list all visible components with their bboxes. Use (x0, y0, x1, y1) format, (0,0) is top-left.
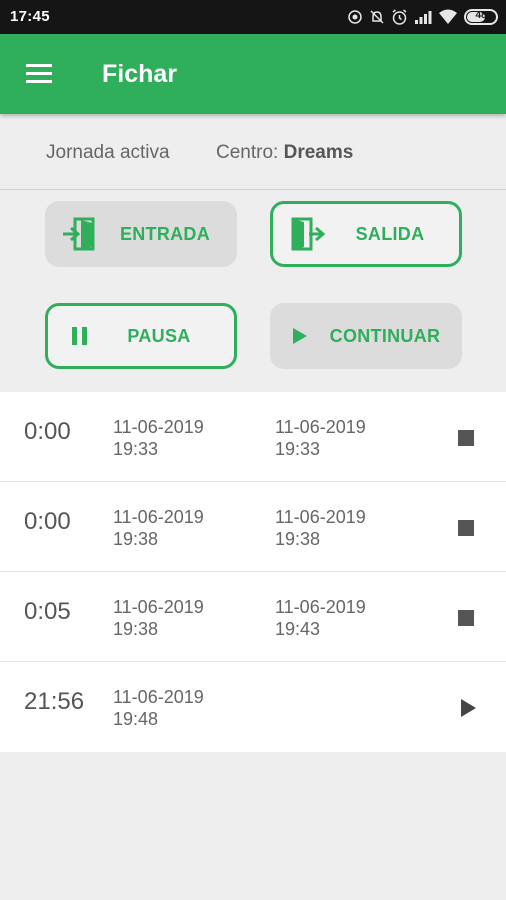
pausa-button[interactable]: PAUSA (45, 303, 237, 369)
entry-start: 11-06-2019 19:48 (113, 686, 204, 730)
centro-info: Centro: Dreams (216, 142, 353, 164)
continuar-label: CONTINUAR (329, 325, 441, 346)
entry-start-date: 11-06-2019 (113, 417, 204, 437)
entry-end-date: 11-06-2019 (275, 417, 366, 437)
entry-end-time: 19:38 (275, 529, 321, 549)
entry-start-time: 19:38 (113, 529, 159, 549)
entry-start: 11-06-2019 19:33 (113, 416, 204, 460)
info-bar: Jornada activa Centro: Dreams (0, 114, 506, 190)
continuar-button[interactable]: CONTINUAR (270, 303, 462, 369)
play-icon (270, 326, 324, 346)
status-bar: 17:45 48 (0, 0, 506, 34)
location-icon (347, 9, 363, 25)
entry-start: 11-06-2019 19:38 (113, 506, 204, 550)
wifi-icon (438, 9, 458, 25)
battery-icon: 48 (464, 9, 498, 25)
status-icons: 48 (347, 7, 498, 27)
alarm-icon (391, 8, 408, 26)
entry-start-time: 19:48 (113, 709, 159, 729)
entry-end-date: 11-06-2019 (275, 597, 366, 617)
signal-icon (414, 9, 432, 25)
salida-label: SALIDA (355, 223, 425, 244)
status-time: 17:45 (10, 8, 50, 25)
jornada-status: Jornada activa (46, 142, 170, 163)
centro-value: Dreams (283, 142, 354, 163)
list-item: 0:05 11-06-2019 19:38 11-06-2019 19:43 (0, 572, 506, 662)
pausa-label: PAUSA (127, 325, 191, 346)
entry-end: 11-06-2019 19:38 (275, 506, 366, 550)
entry-start-time: 19:38 (113, 619, 159, 639)
play-icon[interactable] (456, 698, 476, 718)
salida-button[interactable]: SALIDA (270, 201, 462, 267)
list-item: 0:00 11-06-2019 19:33 11-06-2019 19:33 (0, 392, 506, 482)
stop-icon[interactable] (456, 518, 476, 538)
entries-list: 0:00 11-06-2019 19:33 11-06-2019 19:33 0… (0, 392, 506, 752)
list-item: 0:00 11-06-2019 19:38 11-06-2019 19:38 (0, 482, 506, 572)
menu-icon[interactable] (24, 60, 54, 88)
page-title: Fichar (102, 60, 178, 88)
entry-duration: 0:00 (24, 418, 71, 445)
exit-door-icon (273, 217, 333, 251)
alarm-off-icon (369, 9, 385, 25)
entry-start-time: 19:33 (113, 439, 159, 459)
enter-door-icon (45, 217, 105, 251)
entry-start-date: 11-06-2019 (113, 597, 204, 617)
entry-end: 11-06-2019 19:33 (275, 416, 366, 460)
centro-label: Centro: (216, 142, 279, 163)
app-bar: Fichar (0, 34, 506, 114)
entrada-button[interactable]: ENTRADA (45, 201, 237, 267)
entry-duration: 21:56 (24, 688, 85, 715)
entry-start-date: 11-06-2019 (113, 507, 204, 527)
list-item: 21:56 11-06-2019 19:48 (0, 662, 506, 752)
pause-icon (48, 325, 104, 347)
entry-end-time: 19:33 (275, 439, 321, 459)
battery-level: 48 (475, 10, 487, 21)
entrada-label: ENTRADA (119, 223, 211, 244)
entry-start-date: 11-06-2019 (113, 687, 204, 707)
entry-start: 11-06-2019 19:38 (113, 596, 204, 640)
stop-icon[interactable] (456, 428, 476, 448)
entry-duration: 0:05 (24, 598, 71, 625)
entry-end-date: 11-06-2019 (275, 507, 366, 527)
stop-icon[interactable] (456, 608, 476, 628)
entry-duration: 0:00 (24, 508, 71, 535)
entry-end: 11-06-2019 19:43 (275, 596, 366, 640)
entry-end-time: 19:43 (275, 619, 321, 639)
